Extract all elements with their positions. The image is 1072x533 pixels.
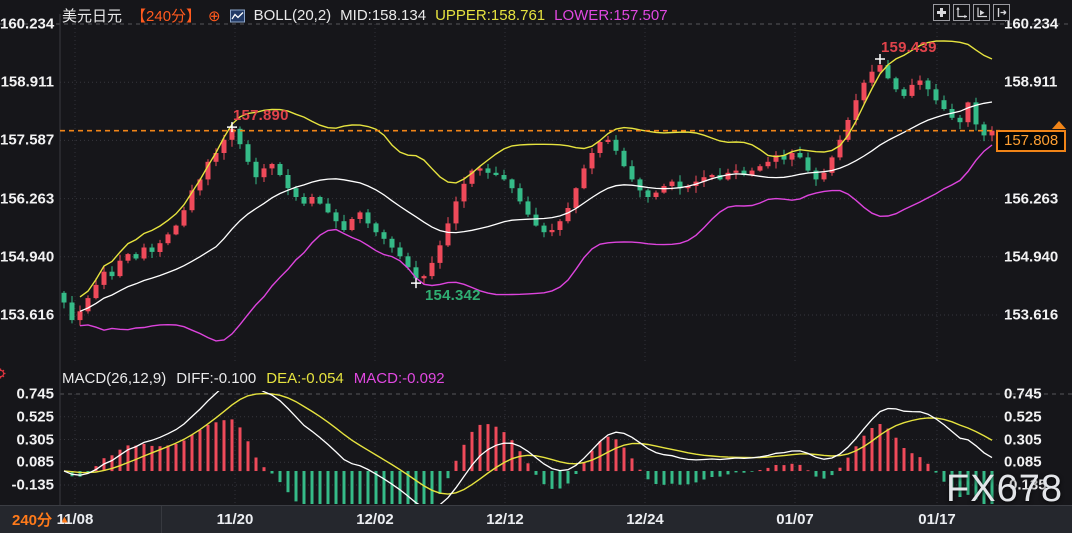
boll-upper-value: UPPER:158.761: [435, 7, 545, 24]
chart-toolbar: [933, 4, 1010, 21]
macd-macd-value: MACD:-0.092: [354, 370, 445, 387]
high-price-annotation: 157.890: [233, 107, 289, 124]
indicator-chart-icon[interactable]: [230, 9, 245, 23]
x-axis-date-label: 01/07: [776, 511, 814, 528]
scale-out-icon[interactable]: [973, 4, 990, 21]
period-selector-label: 240分: [12, 509, 52, 530]
y-axis-label-left: 153.616: [0, 307, 54, 324]
high-price-annotation: 159.439: [881, 39, 937, 56]
y-axis-label-left: 0.305: [0, 431, 54, 448]
period-tag[interactable]: 【240分】: [131, 5, 201, 26]
y-axis-label-left: 160.234: [0, 16, 54, 33]
x-axis-date-label: 12/02: [356, 511, 394, 528]
y-axis-label-left: 154.940: [0, 248, 54, 265]
y-axis-label-right: 154.940: [1004, 248, 1070, 265]
x-axis-date-label: 12/12: [486, 511, 524, 528]
x-axis-date-label: 11/08: [57, 511, 94, 528]
symbol-name: 美元日元: [62, 5, 122, 26]
y-axis-label-right: 158.911: [1004, 74, 1070, 91]
y-axis-label-right: 0.525: [1004, 408, 1070, 425]
shift-right-icon[interactable]: [993, 4, 1010, 21]
chart-window: 美元日元 【240分】 ⊕ BOLL(20,2) MID:158.134 UPP…: [0, 0, 1072, 533]
boll-lower-value: LOWER:157.507: [554, 7, 667, 24]
macd-label: MACD(26,12,9): [62, 370, 166, 387]
y-axis-label-left: 158.911: [0, 74, 54, 91]
x-axis-date-label: 12/24: [626, 511, 664, 528]
y-axis-label-right: 0.305: [1004, 431, 1070, 448]
y-axis-label-left: 0.525: [0, 408, 54, 425]
x-axis-date-label: 01/17: [918, 511, 956, 528]
chart-canvas[interactable]: [0, 0, 1072, 533]
scale-in-icon[interactable]: [953, 4, 970, 21]
watermark: FX678: [946, 468, 1063, 511]
y-axis-label-right: 160.234: [1004, 16, 1070, 33]
macd-dea-value: DEA:-0.054: [266, 370, 344, 387]
gear-icon[interactable]: [0, 367, 7, 385]
y-axis-label-left: 157.587: [0, 132, 54, 149]
plus-circle-icon[interactable]: ⊕: [208, 7, 221, 25]
time-axis-bar: 240分 ▲ 11/0811/2012/0212/1212/2401/0701/…: [0, 505, 1072, 533]
boll-mid-value: MID:158.134: [340, 7, 426, 24]
price-marker-icon: [1052, 121, 1066, 129]
y-axis-label-left: 0.085: [0, 454, 54, 471]
y-axis-label-left: -0.135: [0, 477, 54, 494]
y-axis-label-left: 0.745: [0, 386, 54, 403]
macd-diff-value: DIFF:-0.100: [176, 370, 256, 387]
last-price-tag: 157.808: [996, 130, 1066, 152]
x-axis-date-label: 11/20: [217, 511, 254, 528]
y-axis-label-right: 0.745: [1004, 386, 1070, 403]
low-price-annotation: 154.342: [425, 287, 481, 304]
main-chart-header: 美元日元 【240分】 ⊕ BOLL(20,2) MID:158.134 UPP…: [62, 5, 668, 26]
y-axis-label-left: 156.263: [0, 190, 54, 207]
y-axis-label-right: 156.263: [1004, 190, 1070, 207]
boll-label: BOLL(20,2): [254, 7, 332, 24]
macd-header: MACD(26,12,9) DIFF:-0.100 DEA:-0.054 MAC…: [62, 370, 445, 387]
pan-icon[interactable]: [933, 4, 950, 21]
y-axis-label-right: 153.616: [1004, 307, 1070, 324]
